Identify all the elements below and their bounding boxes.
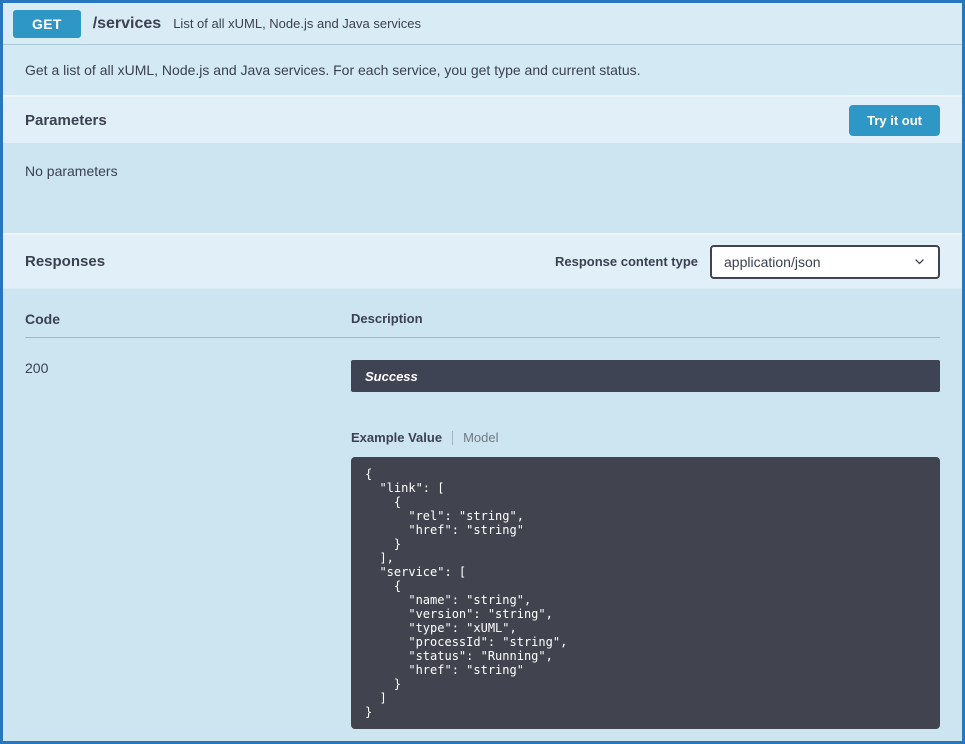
operation-description-section: Get a list of all xUML, Node.js and Java… <box>3 45 962 97</box>
response-row: 200 Success Example Value Model { "link"… <box>25 360 940 729</box>
response-description-cell: Success Example Value Model { "link": [ … <box>351 360 940 729</box>
code-column-header: Code <box>25 311 351 327</box>
chevron-down-icon <box>913 255 926 268</box>
parameters-header: Parameters Try it out <box>3 97 962 143</box>
parameters-body: No parameters <box>3 143 962 235</box>
no-parameters-message: No parameters <box>25 163 118 179</box>
response-code: 200 <box>25 360 351 729</box>
method-badge: GET <box>13 10 81 38</box>
response-content-type-group: Response content type application/json <box>555 245 940 279</box>
content-type-selected-value: application/json <box>724 254 821 270</box>
parameters-title: Parameters <box>25 112 107 129</box>
try-it-out-button[interactable]: Try it out <box>849 105 940 136</box>
responses-table-header: Code Description <box>25 311 940 338</box>
responses-header: Responses Response content type applicat… <box>3 235 962 289</box>
example-value-json: { "link": [ { "rel": "string", "href": "… <box>351 457 940 729</box>
response-description-banner: Success <box>351 360 940 392</box>
tab-separator <box>452 431 453 445</box>
example-model-tabs: Example Value Model <box>351 430 940 445</box>
endpoint-path: /services <box>93 15 162 33</box>
tab-model[interactable]: Model <box>463 430 498 445</box>
swagger-operation-panel: GET /services List of all xUML, Node.js … <box>0 0 965 744</box>
endpoint-summary: List of all xUML, Node.js and Java servi… <box>173 16 421 31</box>
tab-example-value[interactable]: Example Value <box>351 430 442 445</box>
operation-header[interactable]: GET /services List of all xUML, Node.js … <box>3 3 962 45</box>
description-column-header: Description <box>351 311 940 327</box>
responses-body: Code Description 200 Success Example Val… <box>3 289 962 744</box>
response-content-type-label: Response content type <box>555 254 698 269</box>
operation-description-text: Get a list of all xUML, Node.js and Java… <box>25 62 641 78</box>
content-type-select[interactable]: application/json <box>710 245 940 279</box>
responses-title: Responses <box>25 253 105 270</box>
